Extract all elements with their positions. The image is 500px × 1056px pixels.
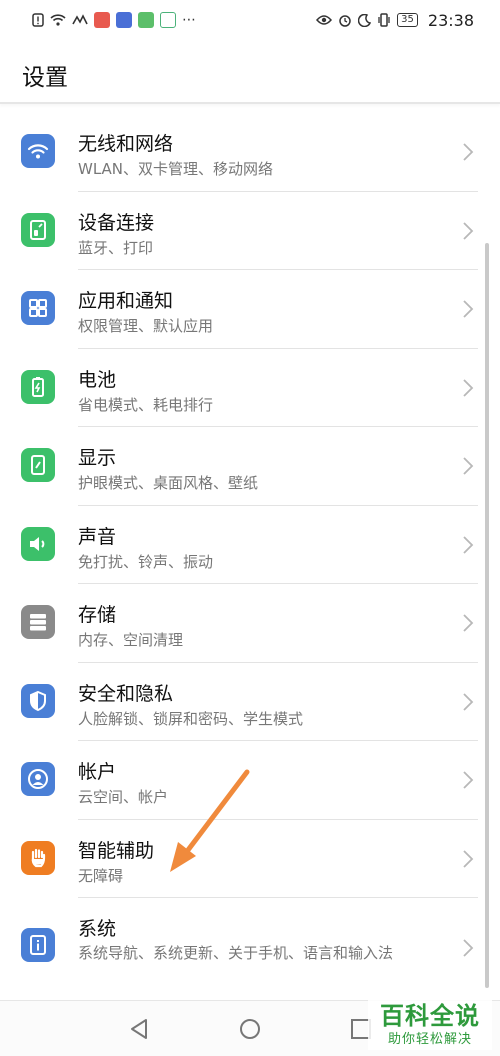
info-icon <box>21 928 55 962</box>
display-icon <box>21 448 55 482</box>
watermark-subtitle: 助你轻松解决 <box>387 1032 472 1047</box>
settings-item-subtitle: 系统导航、系统更新、关于手机、语言和输入法 <box>78 944 394 962</box>
settings-item-wireless-network[interactable]: 无线和网络 WLAN、双卡管理、移动网络 <box>0 113 500 192</box>
battery-icon <box>21 369 55 404</box>
chevron-right-icon <box>463 300 474 318</box>
chevron-right-icon <box>463 849 474 868</box>
settings-item-subtitle: 护眼模式、桌面风格、壁纸 <box>78 474 259 492</box>
settings-item-label: 应用和通知 <box>78 290 174 312</box>
settings-item-apps-notifications[interactable]: 应用和通知 权限管理、默认应用 <box>0 270 500 349</box>
settings-item-label: 智能辅助 <box>78 839 155 862</box>
chevron-right-icon <box>463 614 474 632</box>
chevron-right-icon <box>463 221 474 240</box>
settings-item-storage[interactable]: 存储 内存、空间清理 <box>0 584 500 663</box>
wifi-status-icon <box>50 14 66 26</box>
back-icon[interactable] <box>128 1017 150 1041</box>
hand-icon <box>21 840 55 875</box>
chevron-right-icon <box>463 771 474 789</box>
storage-icon <box>21 605 55 639</box>
settings-item-subtitle: 人脸解锁、锁屏和密码、学生模式 <box>78 709 304 728</box>
chevron-right-icon <box>463 692 474 711</box>
more-notifications-icon: ⋯ <box>182 12 196 28</box>
do-not-disturb-moon-icon <box>358 13 372 27</box>
chevron-right-icon <box>463 457 474 475</box>
watermark-title: 百科全说 <box>380 1002 480 1030</box>
chevron-right-icon <box>463 939 474 957</box>
account-icon <box>21 762 55 796</box>
settings-list[interactable]: 无线和网络 WLAN、双卡管理、移动网络 设备连接 蓝牙、打印 应用和通知 权限… <box>0 113 500 998</box>
settings-item-subtitle: 云空间、帐户 <box>78 788 169 806</box>
settings-item-display[interactable]: 显示 护眼模式、桌面风格、壁纸 <box>0 427 500 506</box>
alert-icon <box>32 13 44 27</box>
settings-item-subtitle: 省电模式、耗电排行 <box>78 395 214 414</box>
status-bar: ⋯ 35 23:38 <box>0 0 500 40</box>
settings-item-device-connection[interactable]: 设备连接 蓝牙、打印 <box>0 192 500 270</box>
settings-item-label: 设备连接 <box>78 211 155 234</box>
watermark-logo: 百科全说 助你轻松解决 <box>368 996 492 1050</box>
settings-item-battery[interactable]: 电池 省电模式、耗电排行 <box>0 349 500 427</box>
settings-item-label: 显示 <box>78 447 117 469</box>
app-header: 设置 <box>0 40 500 104</box>
settings-item-label: 安全和隐私 <box>78 682 174 705</box>
settings-item-label: 电池 <box>78 368 117 391</box>
alarm-icon <box>339 15 351 27</box>
settings-item-subtitle: 权限管理、默认应用 <box>78 317 214 335</box>
wifi-icon <box>21 134 55 168</box>
settings-item-sound[interactable]: 声音 免打扰、铃声、振动 <box>0 506 500 584</box>
settings-item-label: 无线和网络 <box>78 133 174 155</box>
chevron-right-icon <box>463 535 474 554</box>
app-notification-icon-red <box>94 12 110 28</box>
status-left-icons: ⋯ <box>32 12 196 28</box>
app-notification-icon-blue <box>116 12 132 28</box>
apps-grid-icon <box>21 291 55 325</box>
battery-indicator: 35 <box>397 13 418 27</box>
settings-item-subtitle: WLAN、双卡管理、移动网络 <box>78 160 274 178</box>
vibrate-icon <box>378 13 390 27</box>
settings-item-accounts[interactable]: 帐户 云空间、帐户 <box>0 741 500 820</box>
clock-time: 23:38 <box>427 10 474 30</box>
settings-item-subtitle: 无障碍 <box>78 866 124 885</box>
settings-item-label: 存储 <box>78 604 117 626</box>
chevron-right-icon <box>463 378 474 397</box>
device-connect-icon <box>21 212 55 247</box>
app-notification-icon-green <box>138 12 154 28</box>
eye-comfort-icon <box>316 15 333 25</box>
settings-item-label: 系统 <box>78 918 117 940</box>
chevron-right-icon <box>463 143 474 161</box>
status-right-icons: 35 23:38 <box>316 11 474 30</box>
settings-item-security-privacy[interactable]: 安全和隐私 人脸解锁、锁屏和密码、学生模式 <box>0 663 500 741</box>
shield-icon <box>21 683 55 718</box>
settings-item-label: 帐户 <box>78 761 117 783</box>
settings-item-subtitle: 蓝牙、打印 <box>78 238 154 257</box>
settings-item-subtitle: 免打扰、铃声、振动 <box>78 552 214 571</box>
activity-icon <box>72 14 88 25</box>
app-notification-icon-teal <box>160 12 176 28</box>
settings-item-label: 声音 <box>78 525 117 548</box>
settings-item-smart-assistance[interactable]: 智能辅助 无障碍 <box>0 820 500 898</box>
home-icon[interactable] <box>239 1018 261 1040</box>
speaker-icon <box>21 526 55 561</box>
page-title: 设置 <box>22 65 68 91</box>
settings-item-subtitle: 内存、空间清理 <box>78 631 184 649</box>
settings-item-system[interactable]: 系统 系统导航、系统更新、关于手机、语言和输入法 <box>0 898 500 998</box>
scrollbar[interactable] <box>485 243 489 988</box>
